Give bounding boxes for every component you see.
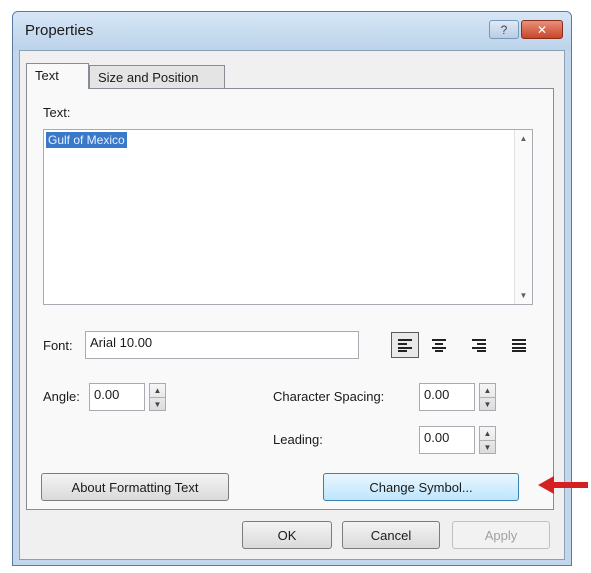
angle-down-icon[interactable]: ▼: [150, 397, 165, 411]
dialog-body: Text Size and Position Text: Gulf of Mex…: [19, 50, 565, 560]
about-formatting-text-button[interactable]: About Formatting Text: [41, 473, 229, 501]
cancel-button[interactable]: Cancel: [342, 521, 440, 549]
help-icon: ?: [500, 22, 508, 37]
leading-label: Leading:: [273, 432, 323, 447]
character-spacing-label: Character Spacing:: [273, 389, 385, 404]
font-field[interactable]: Arial 10.00: [85, 331, 359, 359]
align-justify-button[interactable]: [505, 332, 533, 358]
close-button[interactable]: ✕: [521, 20, 563, 39]
align-right-icon: [472, 339, 486, 352]
character-spacing-field[interactable]: 0.00: [419, 383, 475, 411]
close-icon: ✕: [536, 22, 548, 37]
character-spacing-down-icon[interactable]: ▼: [480, 397, 495, 411]
text-scrollbar[interactable]: ▲ ▼: [514, 130, 532, 304]
angle-field[interactable]: 0.00: [89, 383, 145, 411]
character-spacing-stepper[interactable]: ▲ ▼: [479, 383, 496, 411]
scroll-up-icon[interactable]: ▲: [515, 134, 532, 143]
window-title: Properties: [25, 22, 94, 39]
change-symbol-button[interactable]: Change Symbol...: [323, 473, 519, 501]
title-bar[interactable]: Properties ? ✕: [13, 12, 571, 50]
tab-panel-text: Text: Gulf of Mexico ▲ ▼ Font: Arial 10.…: [26, 88, 554, 510]
ok-button[interactable]: OK: [242, 521, 332, 549]
scroll-down-icon[interactable]: ▼: [515, 291, 532, 300]
align-justify-icon: [512, 339, 526, 352]
tab-size-and-position[interactable]: Size and Position: [89, 65, 225, 89]
font-label: Font:: [43, 338, 73, 353]
apply-button[interactable]: Apply: [452, 521, 550, 549]
selected-text: Gulf of Mexico: [46, 132, 127, 148]
align-center-button[interactable]: [425, 332, 453, 358]
align-left-button[interactable]: [391, 332, 419, 358]
angle-up-icon[interactable]: ▲: [150, 384, 165, 397]
align-left-icon: [398, 339, 412, 352]
tab-text[interactable]: Text: [26, 63, 89, 89]
leading-up-icon[interactable]: ▲: [480, 427, 495, 440]
help-button[interactable]: ?: [489, 20, 519, 39]
leading-down-icon[interactable]: ▼: [480, 440, 495, 454]
angle-stepper[interactable]: ▲ ▼: [149, 383, 166, 411]
text-input-area[interactable]: Gulf of Mexico ▲ ▼: [43, 129, 533, 305]
align-right-button[interactable]: [465, 332, 493, 358]
angle-label: Angle:: [43, 389, 80, 404]
annotation-arrow-icon: [538, 476, 588, 494]
align-center-icon: [432, 339, 446, 352]
leading-field[interactable]: 0.00: [419, 426, 475, 454]
properties-dialog: Properties ? ✕ Text Size and Position Te…: [12, 11, 572, 566]
leading-stepper[interactable]: ▲ ▼: [479, 426, 496, 454]
character-spacing-up-icon[interactable]: ▲: [480, 384, 495, 397]
text-label: Text:: [43, 105, 71, 120]
